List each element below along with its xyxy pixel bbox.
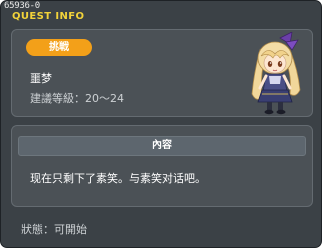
- quest-name: 噩梦: [30, 72, 52, 85]
- level-label: 建議等級：: [30, 92, 85, 105]
- quest-info-window: 65936-0 QUEST INFO 挑戦 噩梦 建議等級：20～24 內容 现…: [0, 0, 322, 248]
- level-range: 20～24: [85, 92, 124, 105]
- quest-content-panel: 內容 现在只剩下了素笑。与素笑对话吧。: [11, 125, 313, 207]
- quest-summary-panel: 挑戦 噩梦 建議等級：20～24: [11, 29, 313, 117]
- quest-type-badge: 挑戦: [26, 39, 92, 56]
- content-header: 內容: [18, 136, 306, 156]
- recommended-level: 建議等級：20～24: [30, 90, 124, 106]
- window-title: QUEST INFO: [12, 11, 85, 22]
- status-value: 可開始: [54, 223, 87, 236]
- title-bar[interactable]: 65936-0 QUEST INFO: [1, 1, 321, 23]
- status-label: 狀態：: [21, 223, 54, 236]
- quest-status: 狀態：可開始: [21, 221, 87, 237]
- npc-portrait-icon: [251, 32, 301, 115]
- quest-id-label: 65936-0: [4, 1, 40, 11]
- content-text: 现在只剩下了素笑。与素笑对话吧。: [30, 172, 206, 185]
